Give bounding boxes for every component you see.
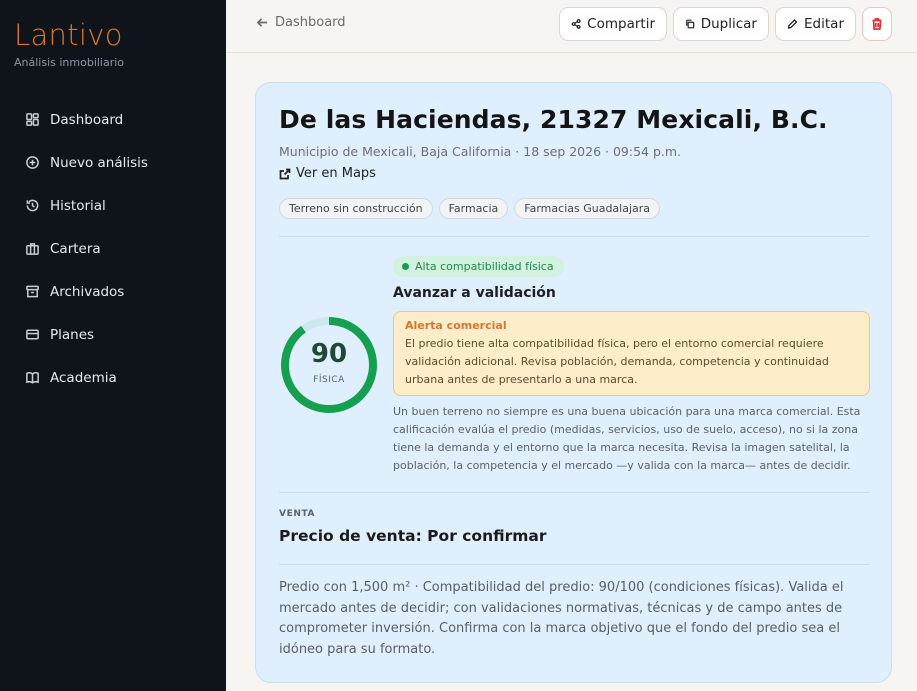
score-value: 90 (310, 339, 348, 369)
sidebar-item-label: Cartera (50, 240, 101, 257)
sidebar-item-cartera[interactable]: Cartera (0, 227, 226, 270)
sidebar-item-label: Planes (50, 326, 95, 343)
commercial-alert: Alerta comercial El predio tiene alta co… (393, 311, 870, 396)
sidebar-item-academia[interactable]: Academia (0, 356, 226, 399)
sidebar-item-label: Academia (50, 369, 117, 386)
alert-title: Alerta comercial (405, 319, 507, 332)
sidebar-item-archivados[interactable]: Archivados (0, 270, 226, 313)
trash-icon (872, 18, 882, 30)
archive-icon (24, 284, 40, 300)
sale-price: Precio de venta: Por confirmar (279, 527, 547, 545)
pencil-icon (787, 19, 798, 29)
sidebar-item-historial[interactable]: Historial (0, 184, 226, 227)
duplicate-label: Duplicar (700, 16, 757, 32)
maps-link[interactable]: Ver en Maps (279, 166, 376, 181)
sidebar-item-planes[interactable]: Planes (0, 313, 226, 356)
share-label: Compartir (587, 16, 655, 32)
sidebar-nav: Dashboard Nuevo análisis Historial Carte… (0, 98, 226, 399)
recommendation: Avanzar a validación (393, 285, 556, 301)
sidebar-item-dashboard[interactable]: Dashboard (0, 98, 226, 141)
brand-subtitle: Análisis inmobiliario (14, 56, 125, 69)
tag: Terreno sin construcción (279, 198, 433, 219)
sidebar-item-label: Nuevo análisis (50, 154, 148, 171)
share-icon (571, 19, 581, 29)
maps-label: Ver en Maps (296, 166, 376, 181)
sidebar-item-label: Historial (50, 197, 106, 214)
edit-button[interactable]: Editar (775, 7, 856, 41)
external-link-icon (279, 168, 291, 179)
tag: Farmacia (438, 198, 509, 219)
briefcase-icon (24, 241, 40, 257)
score-label: FÍSICA (313, 375, 345, 385)
book-icon (24, 370, 40, 386)
duplicate-button[interactable]: Duplicar (673, 7, 769, 41)
back-link[interactable]: Dashboard (256, 15, 346, 30)
arrow-left-icon (256, 18, 268, 27)
dashboard-icon (24, 112, 40, 128)
sidebar-item-label: Dashboard (50, 111, 124, 128)
share-button[interactable]: Compartir (559, 7, 667, 41)
delete-button[interactable] (862, 7, 892, 41)
tag: Farmacias Guadalajara (514, 198, 661, 219)
status-badge-label: Alta compatibilidad física (415, 260, 554, 273)
alert-body: El predio tiene alta compatibilidad físi… (405, 337, 829, 386)
copy-icon (686, 19, 695, 29)
page-title: De las Haciendas, 21327 Mexicali, B.C. (279, 105, 828, 134)
sidebar: Lantivo Análisis inmobiliario Dashboard … (0, 0, 226, 691)
history-icon (24, 198, 40, 214)
topbar: Dashboard Compartir Duplicar Editar (226, 0, 917, 53)
credit-card-icon (24, 327, 40, 343)
status-dot-icon (402, 263, 409, 270)
sidebar-item-nuevo-analisis[interactable]: Nuevo análisis (0, 141, 226, 184)
property-meta: Municipio de Mexicali, Baja California ·… (279, 144, 682, 159)
divider (279, 236, 870, 237)
edit-label: Editar (804, 16, 844, 32)
plus-circle-icon (24, 155, 40, 171)
property-description: Predio con 1,500 m² · Compatibilidad del… (279, 580, 844, 657)
brand-logo[interactable]: Lantivo (14, 18, 123, 52)
score-note: Un buen terreno no siempre es una buena … (393, 405, 861, 472)
sidebar-item-label: Archivados (50, 283, 125, 300)
property-card: De las Haciendas, 21327 Mexicali, B.C. M… (255, 82, 892, 683)
sale-section-label: VENTA (279, 509, 316, 519)
back-label: Dashboard (275, 15, 346, 30)
divider (279, 492, 870, 493)
divider (279, 564, 870, 565)
tag-list: Terreno sin construcción Farmacia Farmac… (279, 198, 661, 219)
status-badge: Alta compatibilidad física (393, 256, 564, 277)
